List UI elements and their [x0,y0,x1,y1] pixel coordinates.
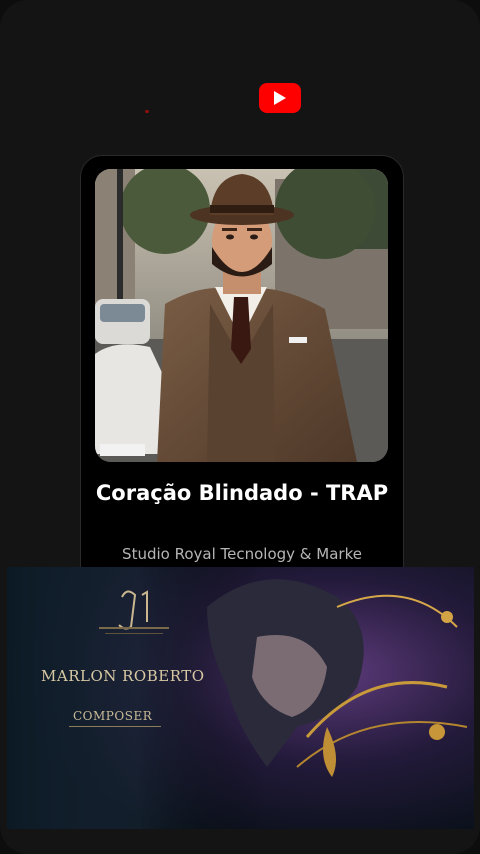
app-screen: Coração Blindado - TRAP Studio Royal Tec… [0,0,480,854]
composer-name: MARLON ROBERTO [41,667,205,685]
album-cover [95,169,388,462]
artist-name: Studio Royal Tecnology & Marke [122,545,362,563]
track-card[interactable]: Coração Blindado - TRAP Studio Royal Tec… [80,155,404,587]
youtube-play-icon[interactable] [259,83,301,113]
track-title: Coração Blindado - TRAP [95,481,389,505]
decorative-dot [145,110,149,113]
composer-banner: MARLON ROBERTO COMPOSER [7,567,474,829]
composer-role: COMPOSER [73,709,153,723]
divider [69,726,161,727]
